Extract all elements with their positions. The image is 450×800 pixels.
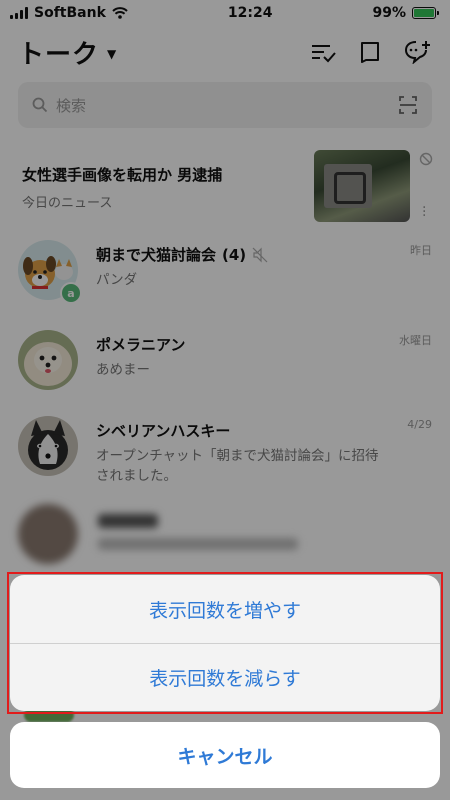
- highlight-frame: [7, 572, 443, 714]
- cancel-button[interactable]: キャンセル: [10, 722, 440, 788]
